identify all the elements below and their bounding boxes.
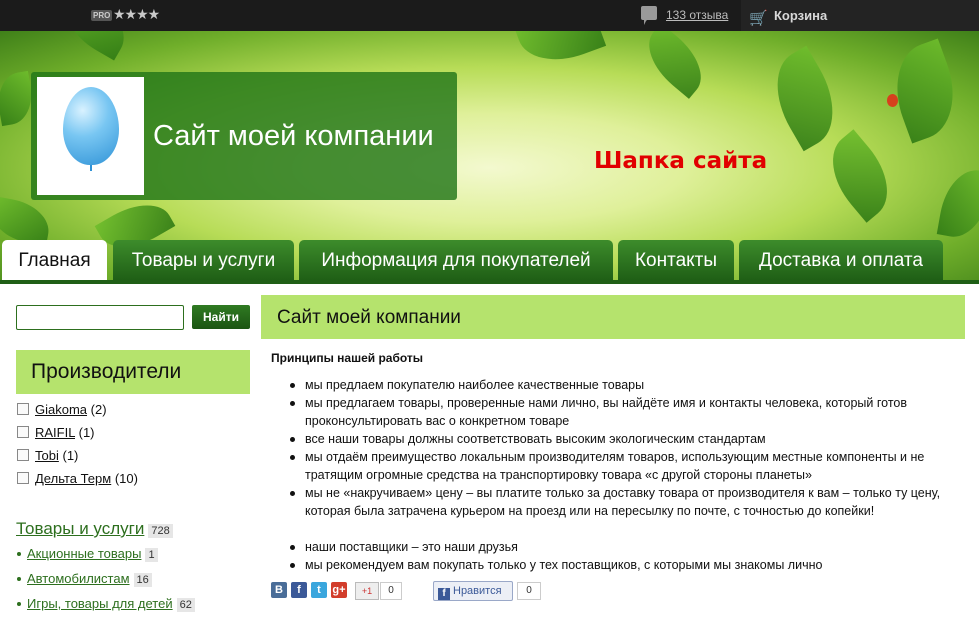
leaf-decoration [635,31,715,99]
like-label: Нравится [453,585,502,597]
checkbox[interactable] [17,472,29,484]
tab-contacts[interactable]: Контакты [618,240,734,280]
manufacturer-item[interactable]: Tobi (1) [17,448,78,463]
categories-count-badge: 728 [148,524,173,538]
category-count: 62 [176,598,195,612]
checkbox[interactable] [17,449,29,461]
tab-delivery[interactable]: Доставка и оплата [739,240,943,280]
manufacturer-count: (2) [90,402,107,417]
balloon-string [90,165,92,171]
category-link[interactable]: Автомобилистам [27,571,130,586]
search-input[interactable] [16,305,184,330]
categories-title-link[interactable]: Товары и услуги [16,519,144,538]
bullet-icon [17,577,21,581]
category-count: 16 [133,573,152,587]
list-item: мы предлагаем товары, проверенные нами л… [290,394,950,430]
comment-icon [641,6,657,25]
balloon-icon [63,87,119,165]
gplus-count: 0 [380,582,402,600]
list-item-text: мы отдаём преимущество локальным произво… [305,450,925,482]
company-name: Сайт моей компании [153,120,434,152]
manufacturer-item[interactable]: RAIFIL (1) [17,425,95,440]
bullet-icon [17,552,21,556]
manufacturer-name[interactable]: RAIFIL [35,425,75,440]
logo-block[interactable]: Сайт моей компании [31,72,457,200]
list-item: мы предлаем покупателю наиболее качестве… [290,376,950,394]
twitter-share-icon[interactable]: t [311,582,327,598]
list-item-text: мы предлагаем товары, проверенные нами л… [305,396,907,428]
list-item-text: мы не «накручиваем» цену – вы платите то… [305,486,941,518]
leaf-decoration [0,196,54,246]
rating-stars: ★★★★ [113,6,160,22]
facebook-like-button[interactable]: f Нравится [433,581,513,601]
list-item: все наши товары должны соответствовать в… [290,430,950,448]
category-count: 1 [145,548,158,562]
gplus-one-button[interactable]: +1 [355,582,379,600]
top-bar: PRO ★★★★ 133 отзыва 🛒 Корзина [0,0,979,31]
tab-products[interactable]: Товары и услуги [113,240,294,280]
vk-share-icon[interactable]: B [271,582,287,598]
categories-title[interactable]: Товары и услуги 728 [16,519,173,539]
category-item[interactable]: Игры, товары для детей 62 [17,596,195,612]
leaf-decoration [513,31,607,74]
manufacturer-count: (10) [114,471,138,486]
tab-underline [0,280,979,284]
category-item[interactable]: Автомобилистам 16 [17,571,152,587]
bullet-icon [290,563,295,568]
header-caption: Шапка сайта [594,148,768,174]
facebook-share-icon[interactable]: f [291,582,307,598]
list-item: наши поставщики – это наши друзья [290,538,950,556]
list-item-text: мы рекомендуем вам покупать только у тех… [305,558,823,572]
tab-home[interactable]: Главная [2,240,107,280]
checkbox[interactable] [17,403,29,415]
like-count: 0 [517,582,541,600]
main-header: Сайт моей компании [261,295,965,339]
facebook-icon: f [438,588,450,600]
tab-customer-info[interactable]: Информация для покупателей [299,240,613,280]
leaf-decoration [758,45,852,152]
manufacturer-count: (1) [62,448,79,463]
bullet-icon [17,602,21,606]
list-item: мы отдаём преимущество локальным произво… [290,448,950,484]
leaf-decoration [815,129,905,223]
bullet-icon [290,545,295,550]
list-item-text: наши поставщики – это наши друзья [305,540,518,554]
cart-icon: 🛒 [749,10,768,27]
manufacturer-name[interactable]: Дельта Терм [35,471,111,486]
principles-heading: Принципы нашей работы [271,351,424,365]
cart-button[interactable]: 🛒 Корзина [741,0,979,31]
category-link[interactable]: Игры, товары для детей [27,596,173,611]
cart-label: Корзина [774,8,828,23]
checkbox[interactable] [17,426,29,438]
page-title: Сайт моей компании [277,307,461,328]
bullet-icon [290,455,295,460]
leaf-decoration [881,38,969,144]
manufacturer-name[interactable]: Tobi [35,448,59,463]
leaf-decoration [53,31,137,61]
reviews-link[interactable]: 133 отзыва [666,8,728,22]
category-item[interactable]: Акционные товары 1 [17,546,158,562]
gplus-share-icon[interactable]: g+ [331,582,347,598]
list-item-text: все наши товары должны соответствовать в… [305,432,766,446]
search-button[interactable]: Найти [192,305,250,329]
logo-image [37,77,144,195]
manufacturer-item[interactable]: Дельта Терм (10) [17,471,138,486]
list-item-text: мы предлаем покупателю наиболее качестве… [305,378,645,392]
manufacturers-title: Производители [31,360,182,383]
manufacturer-name[interactable]: Giakoma [35,402,87,417]
bullet-icon [290,401,295,406]
bullet-icon [290,491,295,496]
manufacturers-header: Производители [16,350,250,394]
bullet-icon [290,383,295,388]
pro-badge: PRO [91,10,113,21]
bullet-icon [290,437,295,442]
manufacturer-count: (1) [78,425,95,440]
list-item: мы не «накручиваем» цену – вы платите то… [290,484,950,520]
list-item: мы рекомендуем вам покупать только у тех… [290,556,950,574]
manufacturer-item[interactable]: Giakoma (2) [17,402,107,417]
ladybug-decoration [887,94,898,107]
leaf-decoration [936,165,979,242]
category-link[interactable]: Акционные товары [27,546,141,561]
